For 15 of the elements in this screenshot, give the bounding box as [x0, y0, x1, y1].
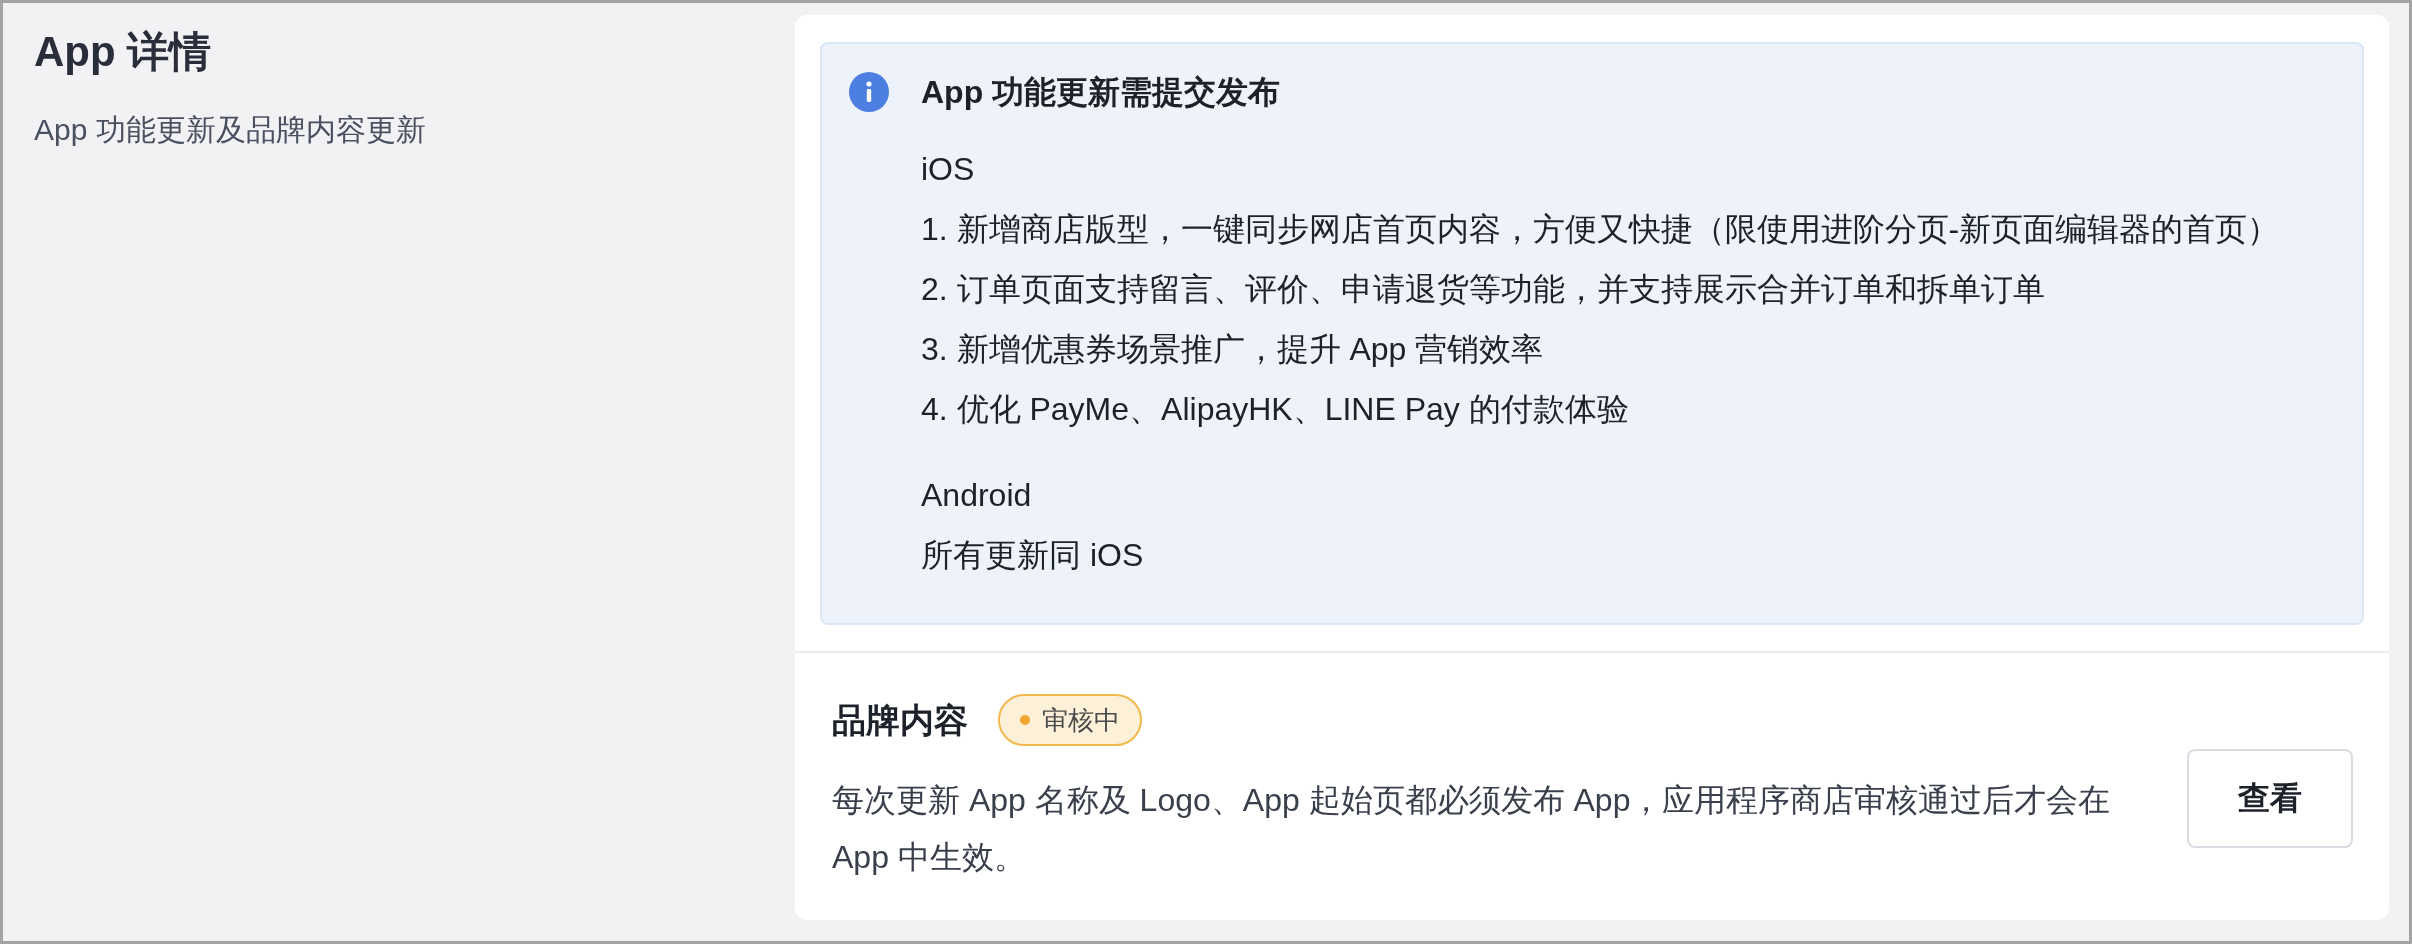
update-note: 1. 新增商店版型，一键同步网店首页内容，方便又快捷（限使用进阶分页-新页面编辑器的首页） — [921, 210, 2280, 249]
update-note: 3. 新增优惠券场景推广，提升 App 营销效率 — [921, 330, 1544, 369]
view-button[interactable]: 查看 — [2187, 748, 2353, 848]
status-label: 审核中 — [1042, 703, 1120, 737]
info-icon — [849, 72, 889, 112]
notice-title: App 功能更新需提交发布 — [921, 73, 1281, 112]
brand-description: 每次更新 App 名称及 Logo、App 起始页都必须发布 App，应用程序商店审核通过后才会在 App 中生效。 — [832, 781, 2112, 877]
section-title: 品牌内容 — [832, 700, 968, 741]
page-title: App 详情 — [34, 27, 212, 77]
update-note: 4. 优化 PayMe、AlipayHK、LINE Pay 的付款体验 — [921, 390, 1629, 429]
page-subtitle: App 功能更新及品牌内容更新 — [34, 112, 426, 148]
platform-heading: iOS — [921, 150, 975, 189]
platform-heading: Android — [921, 476, 1032, 515]
update-note: 所有更新同 iOS — [921, 536, 1144, 575]
update-note: 2. 订单页面支持留言、评价、申请退货等功能，并支持展示合并订单和拆单订单 — [921, 270, 2045, 309]
